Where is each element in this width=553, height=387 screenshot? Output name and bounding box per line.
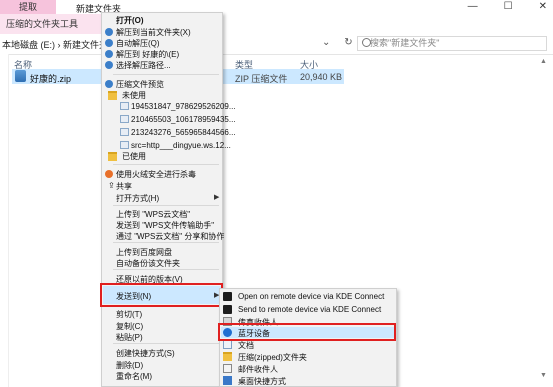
- image-file-icon: [120, 102, 129, 110]
- menu-separator: [113, 269, 219, 270]
- minimize-button[interactable]: —: [468, 1, 478, 12]
- search-icon: [362, 38, 371, 47]
- search-input[interactable]: 搜索"新建文件夹": [357, 36, 547, 51]
- scroll-down-arrow[interactable]: ▼: [540, 372, 547, 379]
- menu-preview-file[interactable]: src=http___dingyue.ws.12...: [131, 141, 231, 150]
- breadcrumb[interactable]: 本地磁盘 (E:) › 新建文件夹 ›: [2, 38, 114, 51]
- send-to-item[interactable]: Send to remote device via KDE Connect: [238, 305, 381, 314]
- documents-icon: [223, 340, 232, 349]
- menu-delete[interactable]: 删除(D): [116, 360, 143, 371]
- extract-icon: [105, 50, 113, 58]
- menu-separator: [113, 242, 219, 243]
- menu-preview[interactable]: 压缩文件预览: [116, 79, 164, 90]
- navigation-pane: [0, 54, 9, 387]
- extract-icon: [105, 39, 113, 47]
- menu-share[interactable]: 共享: [116, 181, 132, 192]
- menu-preview-file[interactable]: 213243276_565965844566...: [131, 128, 236, 137]
- share-icon: ⇪: [108, 181, 115, 190]
- menu-auto-backup[interactable]: 自动备份该文件夹: [116, 258, 180, 269]
- menu-rename[interactable]: 重命名(M): [116, 371, 152, 382]
- menu-choose-extract-path[interactable]: 选择解压路径...: [116, 60, 171, 71]
- preview-icon: [105, 80, 113, 88]
- menu-upload-wps[interactable]: 上传到 "WPS云文档": [116, 209, 190, 220]
- menu-separator: [113, 74, 219, 75]
- huorong-shield-icon: [105, 170, 113, 178]
- zip-folder-icon: [223, 352, 232, 361]
- send-to-item[interactable]: 压缩(zipped)文件夹: [238, 352, 307, 363]
- menu-open-with[interactable]: 打开方式(H): [116, 193, 159, 204]
- menu-separator: [113, 205, 219, 206]
- close-button[interactable]: ✕: [539, 1, 547, 12]
- kde-connect-icon: [223, 305, 232, 314]
- send-to-item[interactable]: 桌面快捷方式: [238, 376, 286, 387]
- send-to-item[interactable]: 文档: [238, 340, 254, 351]
- annotation-box-send-to: [100, 283, 223, 307]
- extract-tab[interactable]: 提取: [0, 0, 56, 14]
- window-controls: — ☐ ✕: [468, 1, 547, 12]
- menu-upload-baidu[interactable]: 上传到百度网盘: [116, 247, 172, 258]
- menu-virus-scan[interactable]: 使用火绒安全进行杀毒: [116, 169, 196, 180]
- menu-separator: [113, 164, 219, 165]
- extract-icon: [105, 61, 113, 69]
- menu-extract-here[interactable]: 解压到当前文件夹(X): [116, 27, 191, 38]
- mail-icon: [223, 364, 232, 373]
- refresh-icon[interactable]: ↻: [344, 37, 352, 48]
- menu-separator: [113, 343, 219, 344]
- desktop-icon: [223, 376, 232, 385]
- scroll-up-arrow[interactable]: ▲: [540, 58, 547, 65]
- send-to-item[interactable]: Open on remote device via KDE Connect: [238, 292, 384, 301]
- image-file-icon: [120, 115, 129, 123]
- send-to-item[interactable]: 邮件收件人: [238, 364, 278, 375]
- menu-used-folder[interactable]: 已使用: [122, 151, 146, 162]
- menu-share-wps[interactable]: 通过 "WPS云文档" 分享和协作: [116, 231, 224, 242]
- menu-paste[interactable]: 粘贴(P): [116, 332, 143, 343]
- menu-preview-file[interactable]: 210465503_106178959435...: [131, 115, 236, 124]
- maximize-button[interactable]: ☐: [504, 1, 513, 12]
- menu-extract-to[interactable]: 解压到 好康的\(E): [116, 49, 179, 60]
- menu-send-wps-helper[interactable]: 发送到 "WPS文件传输助手": [116, 220, 214, 231]
- extract-icon: [105, 28, 113, 36]
- folder-icon: [108, 91, 117, 100]
- compressed-folder-tools-tab[interactable]: 压缩的文件夹工具: [0, 14, 110, 34]
- image-file-icon: [120, 128, 129, 136]
- folder-icon: [108, 152, 117, 161]
- kde-connect-icon: [223, 292, 232, 301]
- menu-cut[interactable]: 剪切(T): [116, 309, 142, 320]
- submenu-arrow-icon: ▶: [214, 194, 220, 201]
- zip-file-icon: [15, 70, 26, 82]
- menu-create-shortcut[interactable]: 创建快捷方式(S): [116, 348, 175, 359]
- address-controls: ⌄ ↻: [322, 37, 353, 48]
- menu-copy[interactable]: 复制(C): [116, 321, 143, 332]
- menu-open[interactable]: 打开(O): [116, 15, 144, 26]
- file-name[interactable]: 好康的.zip: [30, 72, 71, 85]
- menu-unused-folder[interactable]: 未使用: [122, 90, 146, 101]
- address-dropdown-icon[interactable]: ⌄: [322, 37, 330, 48]
- file-size: 20,940 KB: [300, 72, 343, 82]
- menu-preview-file[interactable]: 194531847_978629526209...: [131, 102, 236, 111]
- file-type: ZIP 压缩文件: [235, 74, 288, 84]
- annotation-box-bluetooth: [218, 323, 396, 341]
- image-file-icon: [120, 141, 129, 149]
- menu-auto-extract[interactable]: 自动解压(Q): [116, 38, 160, 49]
